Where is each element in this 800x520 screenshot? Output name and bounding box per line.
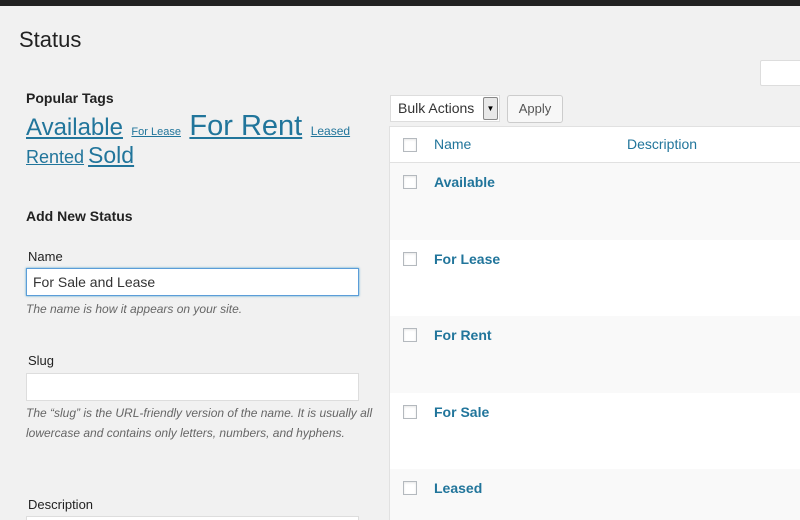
name-help-text: The name is how it appears on your site. (26, 302, 243, 316)
status-list-table: Name Description Available For Lease For… (389, 126, 800, 520)
row-name-link[interactable]: For Sale (434, 404, 489, 420)
table-header: Name Description (390, 127, 800, 163)
apply-button[interactable]: Apply (507, 95, 563, 123)
dropdown-arrow-icon: ▼ (483, 97, 498, 120)
table-row: For Rent (390, 316, 800, 393)
slug-help-text: The “slug” is the URL-friendly version o… (26, 406, 373, 440)
row-name-link[interactable]: Leased (434, 480, 482, 496)
search-input[interactable] (760, 60, 800, 86)
table-row: Leased (390, 469, 800, 520)
row-checkbox[interactable] (403, 252, 417, 266)
select-all-checkbox[interactable] (403, 138, 417, 152)
tag-link-for-rent[interactable]: For Rent (189, 110, 302, 142)
name-field[interactable] (26, 268, 359, 296)
bulk-actions-value: Bulk Actions (398, 100, 475, 116)
row-name-link[interactable]: For Rent (434, 327, 492, 343)
column-header-name[interactable]: Name (434, 136, 471, 152)
add-new-heading: Add New Status (26, 208, 133, 224)
popular-tags-heading: Popular Tags (26, 90, 114, 106)
slug-label: Slug (28, 353, 55, 368)
table-row: For Sale (390, 393, 800, 470)
row-checkbox[interactable] (403, 175, 417, 189)
description-label: Description (28, 497, 94, 512)
name-label: Name (28, 249, 63, 264)
row-checkbox[interactable] (403, 328, 417, 342)
table-row: Available (390, 163, 800, 240)
row-checkbox[interactable] (403, 481, 417, 495)
tag-link-rented[interactable]: Rented (26, 147, 84, 167)
slug-field[interactable] (26, 373, 359, 401)
page-title: Status (19, 27, 82, 52)
description-field[interactable] (26, 516, 359, 520)
admin-bar (0, 0, 800, 6)
row-name-link[interactable]: Available (434, 174, 495, 190)
tag-link-available[interactable]: Available (26, 114, 123, 141)
row-name-link[interactable]: For Lease (434, 251, 500, 267)
tag-link-sold[interactable]: Sold (88, 142, 134, 168)
bulk-actions-select[interactable]: Bulk Actions ▼ (390, 95, 500, 122)
tag-link-for-lease[interactable]: For Lease (131, 126, 181, 138)
tag-link-leased[interactable]: Leased (311, 124, 350, 138)
row-checkbox[interactable] (403, 405, 417, 419)
column-header-description[interactable]: Description (627, 136, 697, 152)
table-row: For Lease (390, 240, 800, 317)
